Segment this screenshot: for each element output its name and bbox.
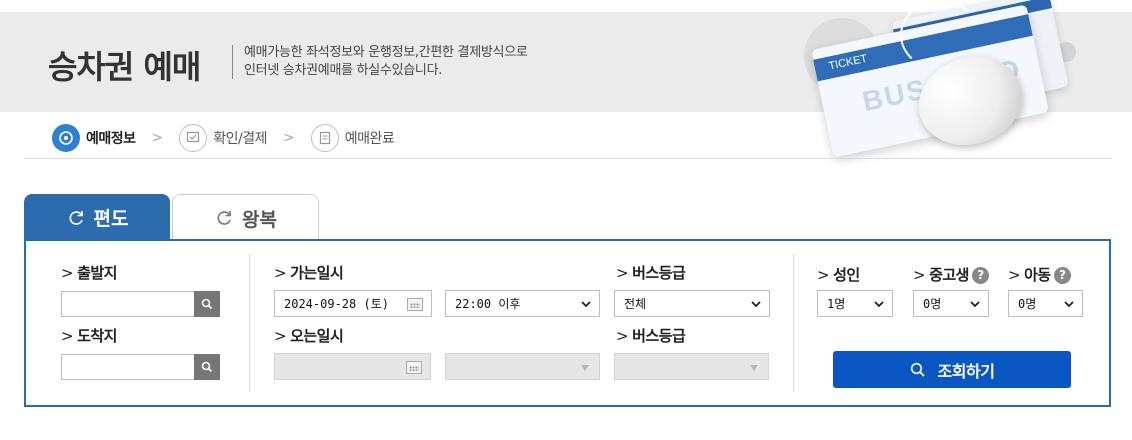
- page-title: 승차권 예매: [48, 48, 201, 86]
- dropdown-arrow-icon: [581, 365, 589, 371]
- help-icon[interactable]: ?: [971, 267, 989, 284]
- tab-one-way[interactable]: 편도: [24, 194, 170, 241]
- calendar-icon[interactable]: [407, 298, 423, 311]
- column-divider: [793, 254, 794, 392]
- return-time-select[interactable]: [445, 353, 600, 380]
- bus-grade-value: 전체: [624, 297, 647, 311]
- return-date-field[interactable]: [274, 353, 431, 380]
- chevron-down-icon: [751, 301, 761, 308]
- step-booking-info: 예매정보: [52, 124, 136, 152]
- bus-grade-label: 버스등급: [616, 262, 686, 283]
- page-description: 예매가능한 좌석정보와 운행정보,간편한 결제방식으로 인터넷 승차권예매를 하…: [244, 44, 528, 80]
- ticket-label: TICKET: [827, 52, 869, 73]
- adult-count-select[interactable]: 1명: [817, 290, 893, 317]
- depart-date-value: 2024-09-28 (토): [284, 297, 389, 311]
- refresh-icon: [69, 210, 83, 225]
- youth-count-select[interactable]: 0명: [913, 290, 989, 317]
- tab-round-trip[interactable]: 왕복: [172, 194, 319, 241]
- column-divider: [249, 254, 250, 392]
- search-icon: [201, 361, 213, 373]
- step-arrow: >: [283, 130, 295, 146]
- search-button-label: 조회하기: [937, 361, 995, 381]
- adult-label-text: 성인: [833, 266, 860, 284]
- bus-grade-select[interactable]: 전체: [614, 290, 770, 317]
- depart-date-field[interactable]: 2024-09-28 (토): [274, 290, 432, 317]
- youth-label-text: 중고생: [929, 266, 969, 284]
- return-datetime-label: 오는일시: [274, 325, 344, 346]
- child-count-value: 0명: [1018, 297, 1037, 311]
- arrival-label: 도착지: [61, 325, 117, 346]
- calendar-icon: [406, 361, 422, 374]
- refresh-icon: [217, 211, 231, 225]
- chevron-down-icon: [581, 301, 591, 308]
- youth-label: 중고생?: [913, 264, 989, 285]
- search-button[interactable]: 조회하기: [833, 351, 1071, 388]
- step-arrow: >: [151, 130, 164, 146]
- child-label: 아동?: [1008, 264, 1071, 285]
- depart-datetime-label: 가는일시: [274, 262, 344, 283]
- booking-steps: 예매정보 > 확인/결제 > 예매완료: [52, 122, 395, 154]
- departure-search-button[interactable]: [194, 291, 220, 317]
- tab-round-trip-label: 왕복: [242, 208, 277, 231]
- depart-time-value: 22:00 이후: [455, 297, 521, 311]
- monitor-icon: [179, 124, 208, 152]
- return-bus-grade-select[interactable]: [614, 353, 769, 380]
- description-line-2: 인터넷 승차권예매를 하실수있습니다.: [244, 63, 443, 78]
- description-line-1: 예매가능한 좌석정보와 운행정보,간편한 결제방식으로: [244, 45, 528, 60]
- help-icon[interactable]: ?: [1053, 267, 1071, 284]
- return-bus-grade-label: 버스등급: [616, 325, 686, 346]
- search-icon: [201, 298, 213, 310]
- search-icon: [910, 362, 925, 377]
- step-booking-complete: 예매완료: [310, 124, 395, 152]
- step-label: 예매완료: [344, 131, 395, 147]
- tab-one-way-label: 편도: [93, 208, 129, 230]
- document-icon: [310, 124, 339, 152]
- steps-divider: [24, 158, 1112, 159]
- title-divider: [232, 45, 233, 79]
- child-label-text: 아동: [1024, 266, 1051, 284]
- chevron-down-icon: [970, 301, 980, 308]
- dropdown-arrow-icon: [750, 365, 758, 371]
- child-count-select[interactable]: 0명: [1008, 290, 1083, 317]
- arrival-input[interactable]: [61, 354, 195, 380]
- chevron-down-icon: [1064, 301, 1074, 308]
- chevron-down-icon: [874, 301, 884, 308]
- depart-time-select[interactable]: 22:00 이후: [445, 290, 600, 317]
- adult-label: 성인: [817, 264, 860, 285]
- adult-count-value: 1명: [827, 297, 846, 311]
- step-label: 확인/결제: [213, 131, 268, 147]
- location-pin-icon: [52, 124, 80, 152]
- departure-input[interactable]: [61, 291, 195, 317]
- arrival-search-button[interactable]: [194, 354, 220, 380]
- youth-count-value: 0명: [923, 297, 942, 311]
- step-confirm-payment: 확인/결제: [179, 124, 268, 152]
- departure-label: 출발지: [61, 262, 117, 283]
- step-label: 예매정보: [86, 131, 136, 147]
